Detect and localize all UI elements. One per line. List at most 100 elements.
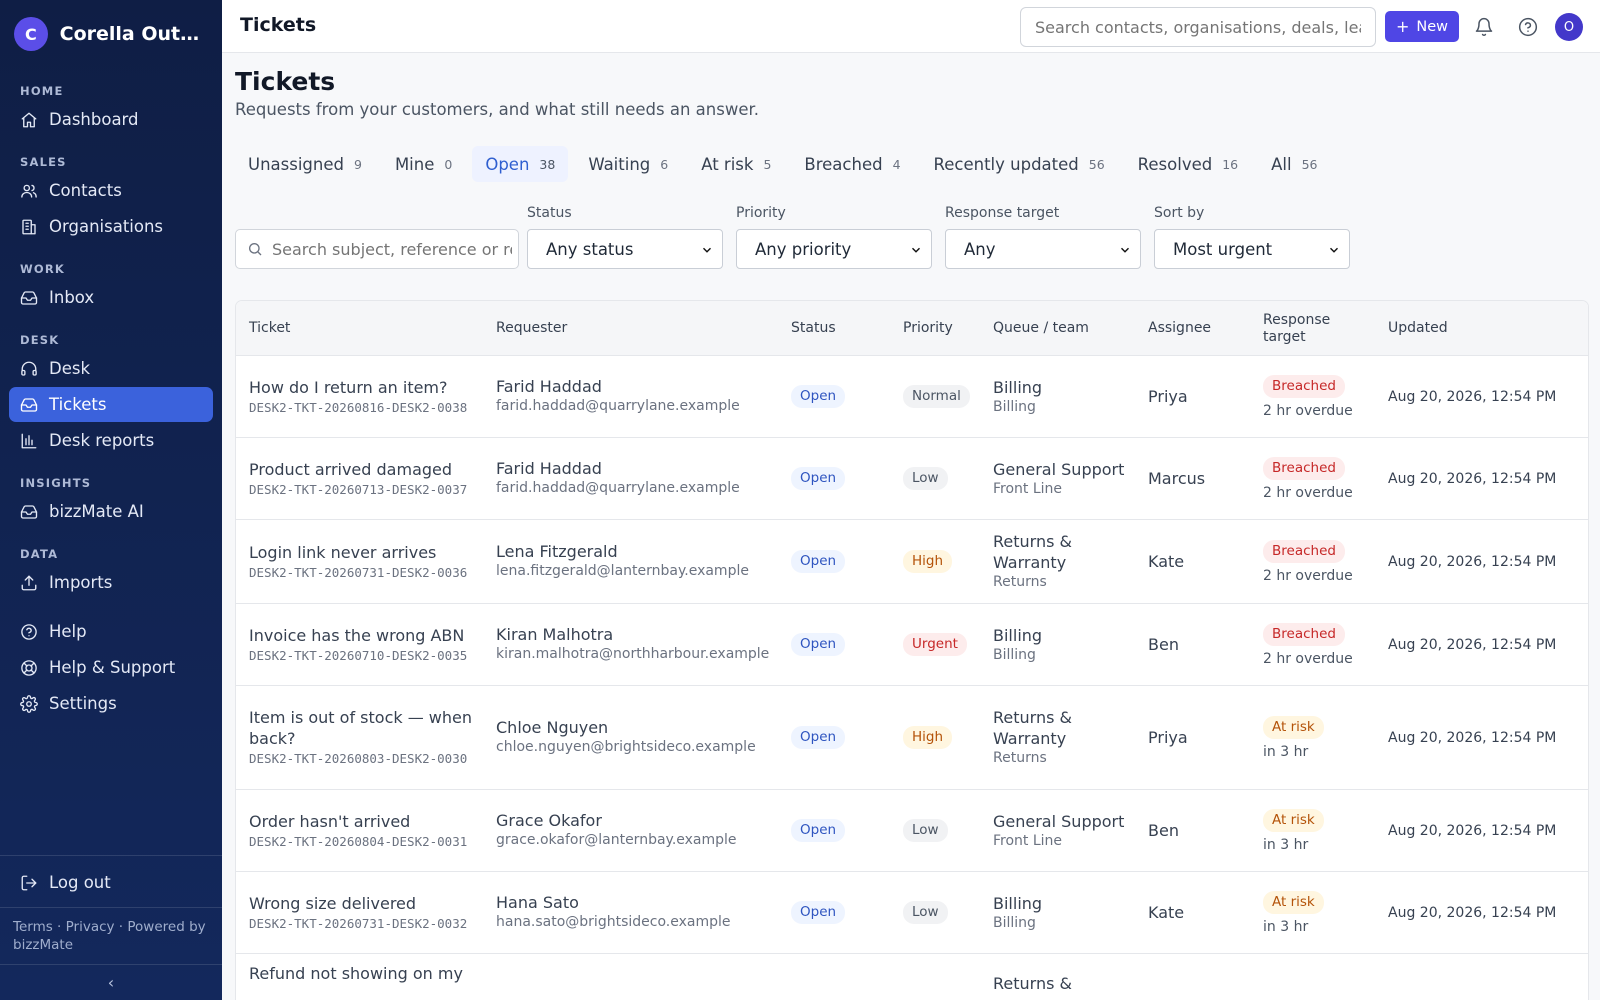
requester-name[interactable]: Kiran Malhotra — [496, 625, 781, 645]
column-header-assignee[interactable]: Assignee — [1148, 301, 1211, 356]
column-header-ticket[interactable]: Ticket — [249, 301, 290, 356]
requester-email: chloe.nguyen@brightsideco.example — [496, 739, 756, 755]
tab-waiting[interactable]: Waiting 6 — [575, 146, 681, 182]
ticket-search-box[interactable] — [235, 229, 519, 269]
sidebar-item-desk[interactable]: Desk — [9, 351, 213, 386]
team-name: Billing — [993, 914, 1036, 931]
sort-select[interactable]: Most urgent — [1154, 229, 1350, 269]
updated-cell: Aug 20, 2026, 12:54 PM — [1388, 356, 1556, 437]
updated-cell: Aug 20, 2026, 12:54 PM — [1388, 686, 1556, 789]
sidebar-item-inbox[interactable]: Inbox — [9, 280, 213, 315]
ticket-subject[interactable]: Wrong size delivered — [249, 893, 474, 914]
response-target-detail: in 3 hr — [1263, 743, 1309, 760]
table-row[interactable]: How do I return an item? DESK2-TKT-202608… — [236, 356, 1588, 438]
requester-name[interactable]: Lena Fitzgerald — [496, 542, 781, 562]
ticket-subject[interactable]: Order hasn't arrived — [249, 811, 474, 832]
table-row[interactable]: Product arrived damaged DESK2-TKT-2026071… — [236, 438, 1588, 520]
requester-email: hana.sato@brightsideco.example — [496, 914, 731, 930]
requester-name[interactable]: Farid Haddad — [496, 459, 781, 479]
ticket-subject[interactable]: How do I return an item? — [249, 377, 474, 398]
updated-cell: Aug 20, 2026, 12:54 PM — [1388, 520, 1556, 603]
requester-name[interactable]: Hana Sato — [496, 893, 781, 913]
requester-name[interactable]: Chloe Nguyen — [496, 718, 781, 738]
brand[interactable]: C Corella Outdoor Co. — [0, 0, 222, 68]
tab-unassigned[interactable]: Unassigned 9 — [235, 146, 375, 182]
new-button[interactable]: + New — [1385, 11, 1459, 42]
home-icon — [20, 111, 38, 129]
tab-at-risk[interactable]: At risk 5 — [688, 146, 784, 182]
help-icon[interactable] — [1517, 16, 1539, 38]
status-cell: Open — [791, 790, 846, 871]
table-row[interactable]: Item is out of stock — when back? DESK2-T… — [236, 686, 1588, 790]
tab-count: 38 — [539, 156, 556, 172]
sidebar-item-organisations[interactable]: Organisations — [9, 209, 213, 244]
collapse-sidebar-button[interactable]: ‹ — [0, 964, 222, 1000]
footer-links[interactable]: Terms · Privacy · Powered by bizzMate — [0, 908, 222, 964]
ticket-subject[interactable]: Refund not showing on my — [249, 963, 474, 984]
inbox-icon — [20, 289, 38, 307]
ticket-search-input[interactable] — [272, 230, 512, 268]
ticket-reference: DESK2-TKT-20260804-DESK2-0031 — [249, 833, 468, 849]
sort-filter: Sort by Most urgent — [1154, 205, 1350, 269]
updated-timestamp: Aug 20, 2026, 12:54 PM — [1388, 729, 1557, 746]
tab-breached[interactable]: Breached 4 — [791, 146, 913, 182]
table-row[interactable]: Login link never arrives DESK2-TKT-202607… — [236, 520, 1588, 604]
table-row[interactable]: Order hasn't arrived DESK2-TKT-20260804-D… — [236, 790, 1588, 872]
sidebar-item-contacts[interactable]: Contacts — [9, 173, 213, 208]
sidebar-item-help[interactable]: Help — [9, 614, 213, 649]
tab-all[interactable]: All 56 — [1258, 146, 1330, 182]
sidebar-item-bizzmate-ai[interactable]: bizzMate AI — [9, 494, 213, 529]
column-header-response-target[interactable]: Response target — [1263, 301, 1343, 356]
column-header-updated[interactable]: Updated — [1388, 301, 1448, 356]
brand-name: Corella Outdoor Co. — [59, 23, 208, 45]
sidebar-item-dashboard[interactable]: Dashboard — [9, 102, 213, 137]
column-header-status[interactable]: Status — [791, 301, 836, 356]
table-row[interactable]: Invoice has the wrong ABN DESK2-TKT-20260… — [236, 604, 1588, 686]
status-select-value: Any status — [546, 239, 634, 259]
logout-button[interactable]: Log out — [9, 865, 213, 900]
assignee-name: Kate — [1148, 552, 1185, 571]
tab-count: 56 — [1301, 156, 1318, 172]
ticket-subject[interactable]: Login link never arrives — [249, 542, 474, 563]
sidebar-item-tickets[interactable]: Tickets — [9, 387, 213, 422]
headset-icon — [20, 360, 38, 378]
requester-cell: Lena Fitzgerald lena.fitzgerald@lanternba… — [496, 520, 781, 603]
priority-filter: Priority Any priority — [736, 205, 932, 269]
tab-open[interactable]: Open 38 — [472, 146, 569, 182]
avatar[interactable]: O — [1555, 13, 1583, 41]
requester-name[interactable]: Farid Haddad — [496, 377, 781, 397]
priority-select[interactable]: Any priority — [736, 229, 932, 269]
queue-cell: Returns & — [993, 954, 1133, 1000]
sidebar-item-help-and-support[interactable]: Help & Support — [9, 650, 213, 685]
tab-label: Waiting — [588, 154, 651, 174]
requester-name[interactable]: Grace Okafor — [496, 811, 781, 831]
response-target-select[interactable]: Any — [945, 229, 1141, 269]
queue-cell: Billing Billing — [993, 356, 1133, 437]
status-badge: Open — [791, 467, 846, 490]
ticket-subject[interactable]: Product arrived damaged — [249, 459, 474, 480]
column-header-priority[interactable]: Priority — [903, 301, 953, 356]
column-header-requester[interactable]: Requester — [496, 301, 567, 356]
global-search-input[interactable] — [1020, 7, 1376, 47]
ticket-subject[interactable]: Invoice has the wrong ABN — [249, 625, 474, 646]
ticket-subject[interactable]: Item is out of stock — when back? — [249, 707, 474, 749]
bell-icon[interactable] — [1473, 16, 1495, 38]
sidebar-section-data: DATA — [20, 547, 59, 561]
sidebar-item-desk-reports[interactable]: Desk reports — [9, 423, 213, 458]
table-row[interactable]: Wrong size delivered DESK2-TKT-20260731-D… — [236, 872, 1588, 954]
tab-count: 4 — [892, 156, 901, 172]
sidebar: C Corella Outdoor Co. HOME Dashboard SALES… — [0, 0, 222, 1000]
building-icon — [20, 218, 38, 236]
tab-resolved[interactable]: Resolved 16 — [1125, 146, 1251, 182]
tab-mine[interactable]: Mine 0 — [382, 146, 465, 182]
column-header-queue-team[interactable]: Queue / team — [993, 301, 1089, 356]
tab-recently-updated[interactable]: Recently updated 56 — [921, 146, 1118, 182]
response-target-detail: 2 hr overdue — [1263, 484, 1353, 501]
status-select[interactable]: Any status — [527, 229, 723, 269]
main-content: Tickets Requests from your customers, an… — [222, 53, 1600, 1000]
sidebar-item-imports[interactable]: Imports — [9, 565, 213, 600]
search-icon — [247, 241, 263, 257]
table-row[interactable]: Refund not showing on my Returns & — [236, 954, 1588, 1000]
sidebar-item-settings[interactable]: Settings — [9, 686, 213, 721]
topbar-title: Tickets — [240, 14, 317, 36]
